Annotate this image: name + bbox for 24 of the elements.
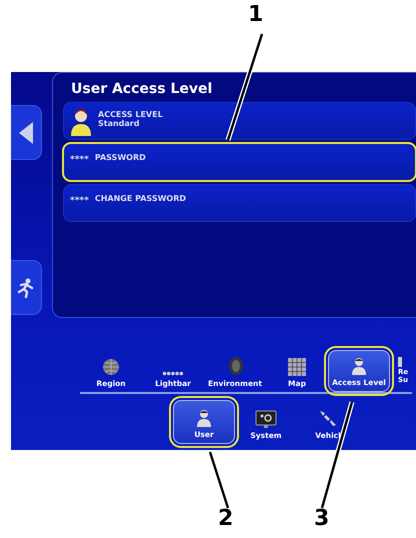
user-avatar-icon: [70, 108, 92, 136]
grid-icon: [288, 358, 306, 376]
person-icon: [196, 408, 212, 427]
running-person-icon: [17, 278, 35, 298]
setting-row[interactable]: ACCESS LEVEL Standard: [63, 102, 416, 140]
setting-row[interactable]: **** CHANGE PASSWORD: [63, 184, 416, 222]
callout-number: 2: [218, 508, 234, 530]
callout-number: 1: [248, 4, 264, 26]
globe-icon: [102, 358, 120, 376]
row-label: ACCESS LEVEL: [98, 110, 163, 119]
setting-row[interactable]: **** PASSWORD: [63, 143, 416, 181]
back-button[interactable]: [11, 105, 42, 160]
panel-title: User Access Level: [70, 80, 214, 99]
row-label: PASSWORD: [94, 153, 146, 162]
monitor-icon: [255, 410, 277, 428]
row-label: CHANGE PASSWORD: [94, 194, 186, 203]
dots-icon: [162, 370, 184, 376]
back-arrow-icon: [19, 122, 33, 144]
callout-number: 3: [314, 508, 330, 530]
masked-value: ****: [70, 196, 89, 206]
person-icon: [351, 356, 367, 375]
masked-value: ****: [70, 155, 89, 165]
row-value: Standard: [98, 119, 140, 128]
exit-button[interactable]: [11, 260, 42, 315]
